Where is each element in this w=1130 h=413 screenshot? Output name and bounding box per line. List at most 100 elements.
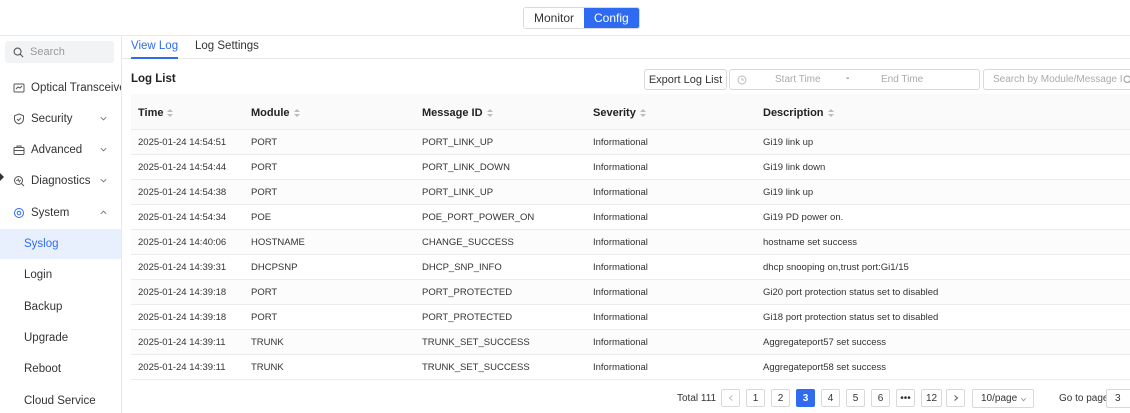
goto-page-input[interactable] xyxy=(1106,389,1130,408)
goto-page-label: Go to page xyxy=(1059,393,1109,404)
sidebar-item-reboot[interactable]: Reboot xyxy=(0,354,121,384)
cell-module: TRUNK xyxy=(251,337,284,348)
sort-icon xyxy=(486,108,493,118)
export-log-list-button[interactable]: Export Log List xyxy=(644,69,727,90)
column-header-time[interactable]: Time xyxy=(138,107,174,119)
sidebar-item-optical-transceiver[interactable]: Optical Transceiver Management xyxy=(0,73,121,103)
sort-icon xyxy=(827,108,834,118)
sidebar-item-label: Upgrade xyxy=(24,332,69,344)
table-body: 2025-01-24 14:54:51 PORT PORT_LINK_UP Infor… xyxy=(131,130,1130,380)
cell-description: Gi20 port protection status set to disab… xyxy=(763,287,939,298)
cell-severity: Informational xyxy=(593,137,648,148)
log-search-input[interactable] xyxy=(993,74,1123,85)
shield-icon xyxy=(13,113,25,125)
cell-message-id: PORT_LINK_UP xyxy=(422,187,494,198)
sidebar-item-label: Cloud Service xyxy=(24,395,96,407)
sidebar-item-advanced[interactable]: Advanced xyxy=(0,135,121,165)
cell-time: 2025-01-24 14:54:44 xyxy=(138,162,227,173)
tab-log-settings[interactable]: Log Settings xyxy=(195,40,259,57)
sidebar-item-backup[interactable]: Backup xyxy=(0,292,121,322)
chevron-down-icon xyxy=(100,147,107,152)
sidebar-item-label: Optical Transceiver Management xyxy=(31,82,121,94)
search-icon xyxy=(13,47,24,57)
cell-time: 2025-01-24 14:39:18 xyxy=(138,287,227,298)
sidebar-item-upgrade[interactable]: Upgrade xyxy=(0,323,121,353)
page-button-current[interactable]: 3 xyxy=(796,389,815,407)
cell-module: PORT xyxy=(251,287,278,298)
chevron-down-icon xyxy=(100,116,107,121)
end-time-input[interactable]: End Time xyxy=(881,74,923,85)
column-header-severity[interactable]: Severity xyxy=(593,107,646,119)
sidebar-search[interactable] xyxy=(5,41,114,63)
sidebar-item-diagnostics[interactable]: Diagnostics xyxy=(0,166,121,196)
monitor-mode-button[interactable]: Monitor xyxy=(524,8,585,28)
chevron-up-icon xyxy=(100,210,107,215)
next-page-button[interactable] xyxy=(946,389,965,407)
table-row: 2025-01-24 14:39:18 PORT PORT_PROTECTED Inf… xyxy=(131,305,1130,330)
page-size-value: 10/page xyxy=(981,393,1018,404)
cell-severity: Informational xyxy=(593,212,648,223)
page-button[interactable]: 12 xyxy=(921,389,942,407)
page-button[interactable]: 5 xyxy=(846,389,865,407)
chevron-down-icon xyxy=(100,178,107,183)
page-button[interactable]: 4 xyxy=(821,389,840,407)
table-row: 2025-01-24 14:40:06 HOSTNAME CHANGE_SUCCES… xyxy=(131,230,1130,255)
sidebar-item-syslog[interactable]: Syslog xyxy=(0,229,121,259)
sidebar-item-label: Syslog xyxy=(24,238,59,250)
cell-module: PORT xyxy=(251,137,278,148)
cell-module: POE xyxy=(251,212,272,223)
column-header-description[interactable]: Description xyxy=(763,107,834,119)
page-size-select[interactable]: 10/page xyxy=(972,389,1034,408)
cell-module: PORT xyxy=(251,187,278,198)
sidebar-item-label: Login xyxy=(24,269,53,281)
cell-description: dhcp snooping on,trust port:Gi1/15 xyxy=(763,262,909,273)
chevron-down-icon xyxy=(1020,397,1027,402)
sidebar-item-label: Advanced xyxy=(31,144,83,156)
column-header-module[interactable]: Module xyxy=(251,107,300,119)
sidebar: Optical Transceiver Management Security … xyxy=(0,36,122,413)
page-button[interactable]: 6 xyxy=(871,389,890,407)
page-ellipsis-button[interactable]: ••• xyxy=(896,389,915,407)
config-mode-button[interactable]: Config xyxy=(584,8,639,28)
sidebar-item-security[interactable]: Security xyxy=(0,104,121,134)
sidebar-item-login[interactable]: Login xyxy=(0,260,121,290)
chevron-left-icon xyxy=(728,395,733,401)
tab-view-log[interactable]: View Log xyxy=(131,40,179,59)
cell-message-id: DHCP_SNP_INFO xyxy=(422,262,502,273)
date-range-separator: - xyxy=(846,73,850,84)
cell-module: TRUNK xyxy=(251,362,284,373)
cell-message-id: TRUNK_SET_SUCCESS xyxy=(422,362,530,373)
page-button[interactable]: 2 xyxy=(771,389,790,407)
cell-time: 2025-01-24 14:39:18 xyxy=(138,312,227,323)
cell-severity: Informational xyxy=(593,337,648,348)
cell-message-id: PORT_PROTECTED xyxy=(422,312,513,323)
mode-switch: Monitor Config xyxy=(523,7,640,29)
sidebar-item-cloud-service[interactable]: Cloud Service xyxy=(0,386,121,413)
sidebar-item-system[interactable]: System xyxy=(0,198,121,228)
cell-severity: Informational xyxy=(593,162,648,173)
start-time-input[interactable]: Start Time xyxy=(775,74,821,85)
cell-description: Aggregateport57 set success xyxy=(763,337,887,348)
sidebar-item-label: Security xyxy=(31,113,73,125)
sidebar-search-input[interactable] xyxy=(30,46,110,58)
cell-time: 2025-01-24 14:54:34 xyxy=(138,212,227,223)
table-row: 2025-01-24 14:54:51 PORT PORT_LINK_UP Infor… xyxy=(131,130,1130,155)
log-search-box[interactable] xyxy=(983,69,1130,90)
table-row: 2025-01-24 14:54:44 PORT PORT_LINK_DOWN Inf… xyxy=(131,155,1130,180)
table-header: Time Module Message ID Severity Descript… xyxy=(131,94,1130,130)
prev-page-button[interactable] xyxy=(721,389,740,407)
table-row: 2025-01-24 14:54:34 POE POE_PORT_POWER_ON I… xyxy=(131,205,1130,230)
page-button[interactable]: 1 xyxy=(746,389,765,407)
sidebar-item-label: Reboot xyxy=(24,363,62,375)
cell-time: 2025-01-24 14:54:38 xyxy=(138,187,227,198)
chevron-right-icon xyxy=(953,395,958,401)
cell-time: 2025-01-24 14:39:11 xyxy=(138,337,226,348)
sort-icon xyxy=(293,108,300,118)
column-header-message-id[interactable]: Message ID xyxy=(422,107,493,119)
cell-message-id: PORT_LINK_UP xyxy=(422,137,494,148)
log-table: Time Module Message ID Severity Descript… xyxy=(131,94,1130,380)
table-row: 2025-01-24 14:39:11 TRUNK TRUNK_SET_SUCCES… xyxy=(131,330,1130,355)
sort-icon xyxy=(639,108,646,118)
date-range-picker[interactable]: Start Time - End Time xyxy=(729,69,980,90)
gear-icon xyxy=(13,207,25,219)
